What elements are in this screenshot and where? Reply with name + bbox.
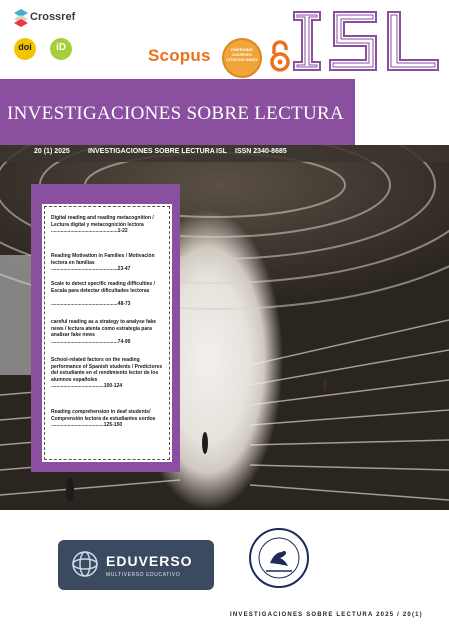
toc-item[interactable]: Scale to detect specific reading difficu… [51, 281, 163, 307]
toc-item-title: Digital reading and reading metacognitio… [51, 215, 154, 228]
toc-item[interactable]: Reading Motivation in Families / Motivac… [51, 253, 163, 273]
journal-title: INVESTIGACIONES SOBRE LECTURA [7, 103, 344, 124]
journal-name: INVESTIGACIONES SOBRE LECTURA [88, 148, 215, 155]
journal-abbr: ISL [216, 148, 227, 155]
toc-item[interactable]: School-related factors on the reading pe… [51, 357, 163, 390]
crossref-logo: Crossref [14, 8, 84, 30]
eduverso-subtitle: MULTIVERSO EDUCATIVO [106, 572, 181, 578]
issn: ISSN 2340-8685 [235, 148, 287, 155]
esci-badge-icon: EMERGING SOURCES CITATION INDEX [222, 38, 262, 78]
eduverso-logo: EDUVERSO MULTIVERSO EDUCATIVO [58, 540, 214, 590]
toc-item-title: Reading Motivation in Families / Motivac… [51, 253, 155, 266]
toc-item[interactable]: careful reading as a strategy to analyse… [51, 319, 163, 345]
toc-item-pages: ........................................… [51, 300, 131, 307]
toc-item-pages: ........................................… [51, 228, 128, 234]
universidad-malaga-seal [249, 528, 309, 588]
toc-item-title: School-related factors on the reading pe… [51, 357, 163, 383]
issue-number: 20 (1) 2025 [34, 148, 70, 155]
isl-logo [293, 11, 439, 71]
eduverso-emblem-icon [72, 551, 98, 577]
table-of-contents: Digital reading and reading metacognitio… [44, 206, 170, 460]
crossref-label: Crossref [30, 11, 76, 23]
toc-item[interactable]: Digital reading and reading metacognitio… [51, 215, 163, 235]
eduverso-name: EDUVERSO [106, 553, 193, 569]
toc-item-pages: ......................................10… [51, 383, 123, 389]
doi-icon: doi [14, 38, 36, 60]
toc-item-title: Scale to detect specific reading difficu… [51, 281, 155, 294]
toc-item[interactable]: Reading comprehension in deaf students/ … [51, 409, 163, 429]
title-band: INVESTIGACIONES SOBRE LECTURA [0, 79, 355, 145]
toc-item-title: Reading comprehension in deaf students/ … [51, 409, 156, 422]
issue-info-bar: 20 (1) 2025 INVESTIGACIONES SOBRE LECTUR… [0, 145, 449, 162]
orcid-label: iD [56, 42, 66, 53]
open-access-icon [270, 40, 290, 72]
doi-label: doi [18, 42, 32, 52]
orcid-icon: iD [50, 38, 72, 60]
esci-label: EMERGING SOURCES CITATION INDEX [226, 47, 258, 62]
scopus-logo: Scopus [148, 46, 211, 65]
toc-item-pages: ........................................… [51, 266, 131, 272]
crossref-icon [14, 9, 28, 27]
toc-item-title: careful reading as a strategy to analyse… [51, 319, 157, 338]
footer-citation: INVESTIGACIONES SOBRE LECTURA 2025 / 20(… [230, 612, 423, 618]
toc-item-pages: ........................................… [51, 338, 131, 345]
toc-item-pages: ......................................12… [51, 422, 123, 428]
